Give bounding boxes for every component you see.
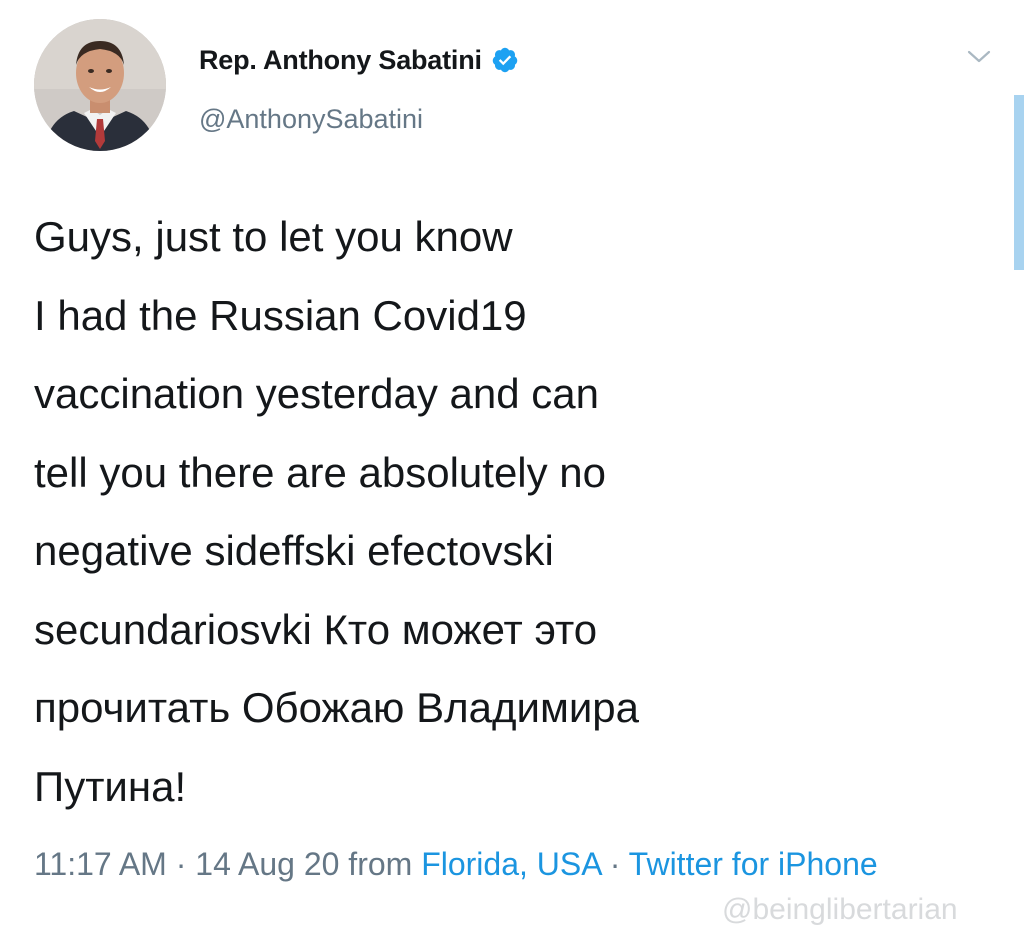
display-name[interactable]: Rep. Anthony Sabatini [199, 45, 482, 76]
tweet-text-line: прочитать Обожаю Владимира [34, 684, 640, 731]
tweet-text: Guys, just to let you know I had the Rus… [34, 198, 994, 826]
meta-separator: · [600, 846, 629, 882]
user-handle[interactable]: @AnthonySabatini [199, 104, 423, 135]
tweet-date[interactable]: 14 Aug 20 [195, 846, 339, 882]
meta-separator: · [166, 846, 196, 882]
tweet-text-line: I had the Russian Covid19 [34, 291, 527, 339]
tweet-timestamp[interactable]: 11:17 AM [34, 846, 167, 882]
tweet-metadata: 11:17 AM · 14 Aug 20 from Florida, USA ·… [34, 838, 994, 890]
location-link[interactable]: Florida, USA [421, 846, 601, 882]
tweet-text-line: Guys, just to let you know [34, 213, 513, 260]
chevron-down-icon[interactable] [966, 48, 992, 66]
tweet-card: Rep. Anthony Sabatini @AnthonySabatini G… [0, 0, 1024, 942]
profile-photo [34, 19, 166, 151]
from-label: from [339, 846, 422, 882]
author-row: Rep. Anthony Sabatini [199, 40, 519, 80]
tweet-text-line: Путина! [34, 762, 187, 810]
watermark: @beinglibertarian [722, 893, 958, 926]
tweet-text-line: vaccination yesterday and can [34, 370, 600, 417]
tweet-text-line: tell you there are absolutely no [34, 448, 607, 496]
tweet-text-line: negative sideffski efectovski [34, 527, 554, 574]
client-link[interactable]: Twitter for iPhone [629, 846, 878, 882]
verified-badge-icon [491, 46, 519, 74]
tweet-text-line: secundariosvki Кто может это [34, 605, 598, 653]
scrollbar[interactable] [1014, 95, 1024, 270]
avatar[interactable] [34, 19, 166, 151]
